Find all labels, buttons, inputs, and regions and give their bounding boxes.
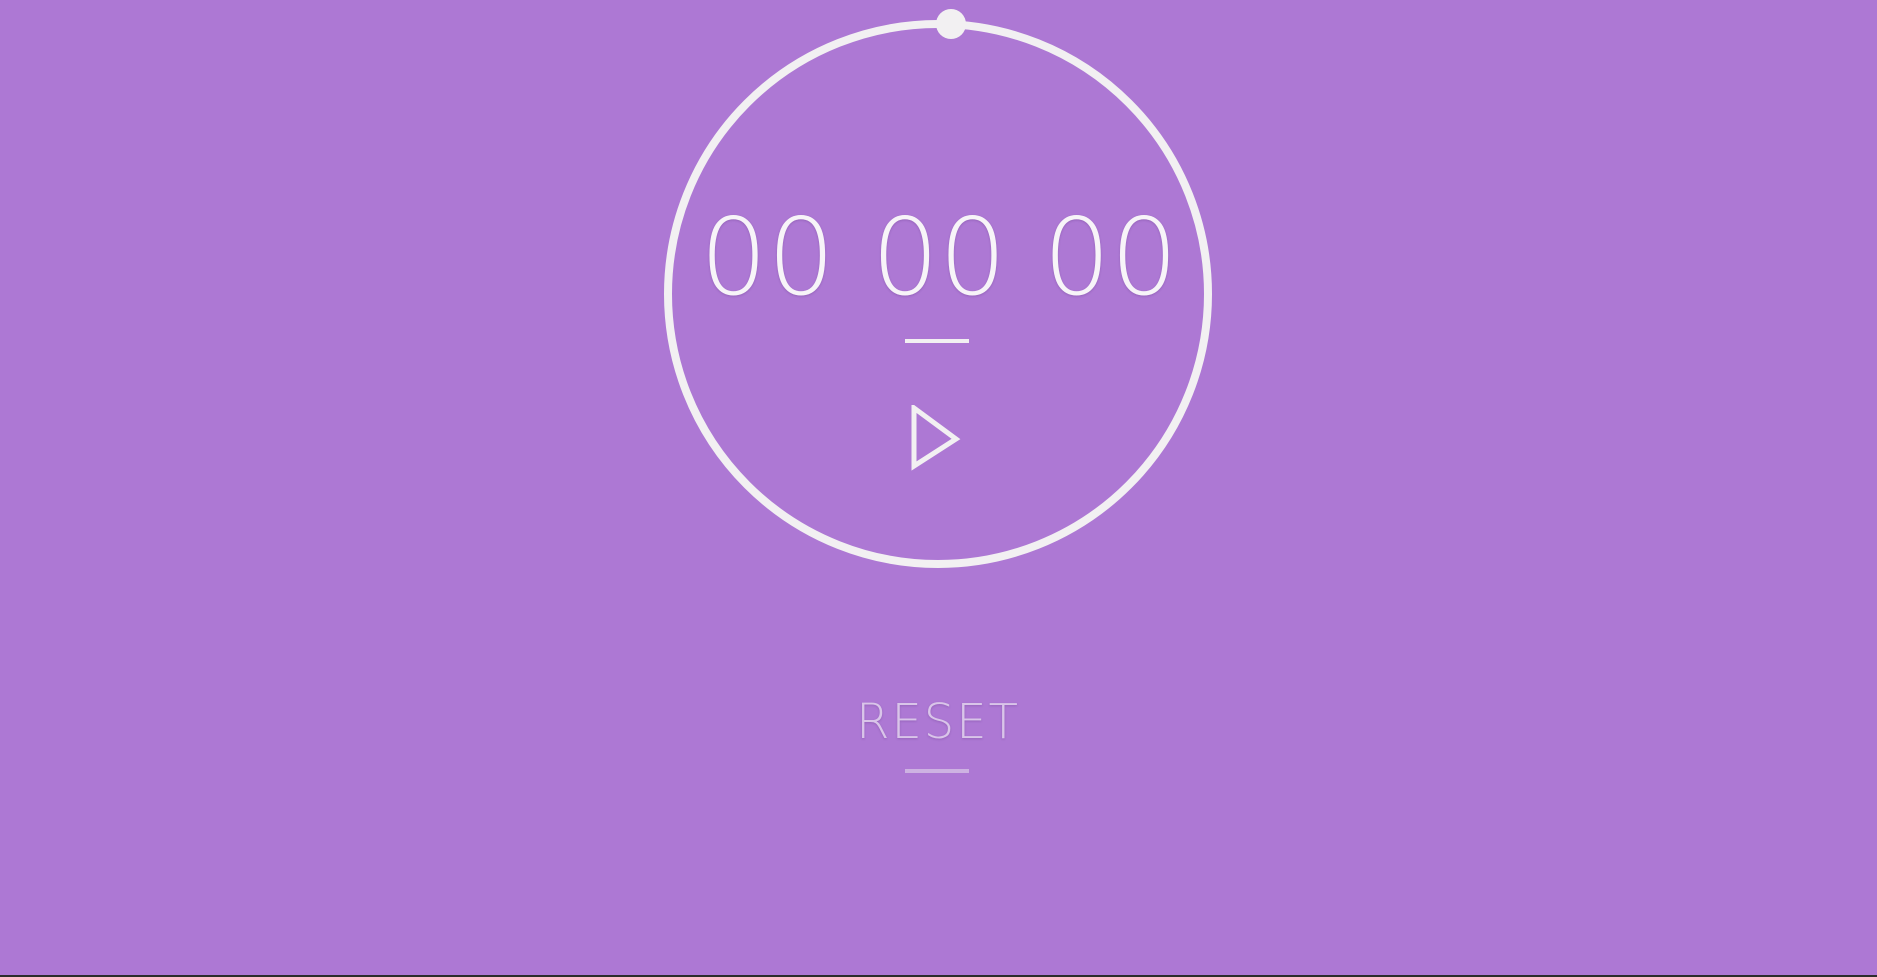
- time-underline: [905, 339, 969, 343]
- minutes-value: 00: [871, 196, 1007, 319]
- seconds-value: 00: [1043, 196, 1178, 319]
- time-display: 00 00 00: [700, 198, 1178, 318]
- reset-button[interactable]: RESET: [838, 694, 1038, 750]
- dial-handle[interactable]: [936, 9, 966, 39]
- timer-screen: 00 00 00 RESET: [0, 0, 1877, 975]
- reset-underline: [905, 769, 969, 773]
- hours-value: 00: [700, 196, 835, 319]
- play-icon[interactable]: [910, 405, 962, 471]
